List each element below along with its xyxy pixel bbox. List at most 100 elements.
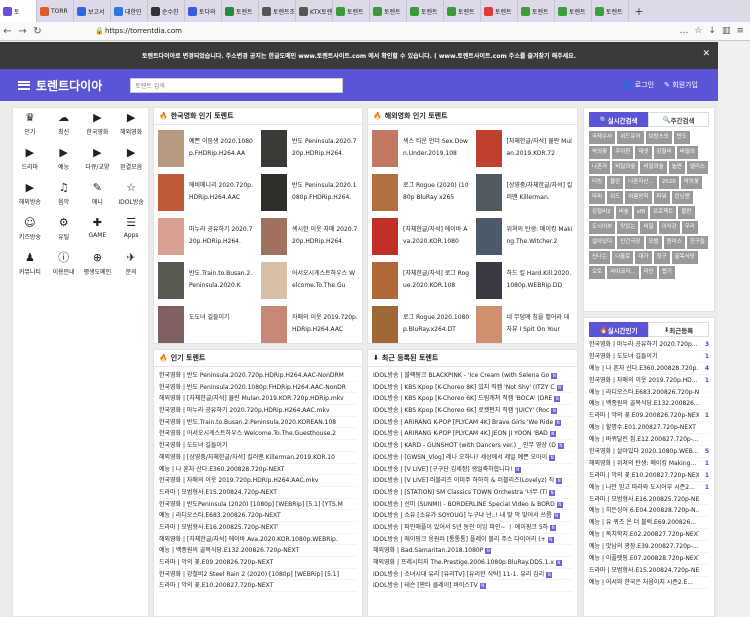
rank-item[interactable]: 예능 | 백종원의 골목식당.E132.200826... — [589, 398, 709, 411]
keyword-tag[interactable]: 비밀의숲 — [612, 161, 639, 174]
category-item[interactable]: ⚙ 유틸 — [47, 217, 81, 242]
poster-thumbnail[interactable] — [475, 218, 502, 255]
category-item[interactable]: ✈ 문의 — [114, 252, 148, 277]
movie-item[interactable]: 자매의 이웃 2019.720p.HDRip.H264.AAC — [261, 306, 358, 343]
list-item[interactable]: 한국영화 | 반도.Train.to.Busan.2.Peninsula.202… — [159, 417, 357, 429]
movie-title[interactable]: 반도 Peninsula.2020.720p.HDRip.H264. — [292, 136, 358, 160]
poster-thumbnail[interactable] — [261, 218, 287, 255]
list-item[interactable]: IDOL방송 | [GWSN_Vlog] 레나 오하나? 세상에서 제일 예쁜 … — [373, 452, 572, 464]
poster-thumbnail[interactable] — [475, 174, 502, 211]
list-item[interactable]: 한국영화 | 반도 Peninsula.2020.1080p.FHDRip.H2… — [159, 382, 357, 394]
keyword-tag[interactable]: 2020 — [658, 176, 679, 189]
poster-thumbnail[interactable] — [158, 218, 184, 255]
list-item[interactable]: 해외영화 | [상영중/자체한글/자석] 킬러맨 Killerman.2019.… — [159, 452, 357, 464]
list-item[interactable]: 드라마 | 모범형사.E15.200824.720p-NEXT — [159, 487, 357, 499]
category-item[interactable]: ☺ 키즈방송 — [13, 217, 47, 242]
bookmark-icon[interactable]: ☆ — [694, 26, 702, 36]
poster-thumbnail[interactable] — [372, 262, 398, 299]
keyword-tag[interactable]: 엘리스 — [686, 161, 708, 174]
poster-thumbnail[interactable] — [372, 174, 398, 211]
browser-tab[interactable]: 토렌트 — [370, 0, 407, 22]
rank-item[interactable]: 예능 | 어서와 한국은 처음이지 시즌2.E... — [589, 577, 709, 589]
list-item[interactable]: IDOL방송 | ARIRANG K-POP [PLYCAM 4K] JEON … — [373, 428, 572, 441]
rank-item[interactable]: 해외영화 | 위쳐의 탄생: 메이킹 Making... 1 — [589, 458, 709, 470]
keyword-tag[interactable]: 뮬란 — [678, 206, 695, 219]
list-item[interactable]: 해외영화 | 프레시티지 The.Prestige.2006.1080p.Blu… — [373, 557, 572, 569]
category-item[interactable]: ▶ 한국영화 — [81, 112, 115, 137]
list-item[interactable]: 한국영화 | 반도 Peninsula.2020.720p.HDRip.H264… — [159, 370, 357, 382]
keyword-tag[interactable]: 테넷 — [635, 146, 652, 159]
site-logo[interactable]: 토렌트다이아 — [36, 77, 102, 94]
movie-item[interactable]: [자체한글/자석] 뮬란 Mulan.2019.KOR.72 — [475, 130, 574, 167]
rank-item[interactable]: 한국영화 | 도도녀 길들이기 1 — [589, 351, 709, 363]
list-item[interactable]: IDOL방송 | KBS Kpop [K-Choreo 6K] 로켓펀치 직캠 … — [373, 405, 572, 417]
list-item[interactable]: IDOL방송 | 파인애플이 있어서 5년 동안 이잉 파인~ ㅣ 에이핑크 5… — [373, 522, 572, 534]
rank-item[interactable]: 드라마 | 악의 꽃.E10.200827.720p-NEXT 1 — [589, 470, 709, 482]
keyword-tag[interactable]: 비밀의 — [676, 146, 698, 159]
list-item[interactable]: 예능 | 백종원의 골목식당.E132.200826.720p-NEXT — [159, 545, 357, 557]
list-item[interactable]: 한국영화 | 어서오시게스트하우스 Welcome.To.The.Guestho… — [159, 428, 357, 441]
tab-realtime-search[interactable]: 🔍 실시간검색 — [589, 112, 648, 127]
keyword-tag[interactable]: 국제수사 — [589, 131, 616, 144]
browser-tab[interactable]: 토렌트 — [333, 0, 370, 22]
category-item[interactable]: ☰ Apps — [114, 217, 148, 241]
list-item[interactable]: IDOL방송 | KBS Kpop [K-Choreo 6K] 드림캐쳐 직캠 … — [373, 393, 572, 406]
keyword-tag[interactable]: 우리 — [681, 221, 698, 234]
movie-item[interactable]: [상영중/자체한글/자석] 킬러맨 Killerman. — [475, 174, 574, 211]
menu-icon[interactable]: ≡ — [736, 26, 744, 36]
movie-item[interactable]: 위쳐의 탄생: 메이킹 Making.The.Witcher.2 — [475, 218, 574, 255]
keyword-tag[interactable]: 모범 — [645, 236, 662, 249]
list-item[interactable]: IDOL방송 | 테슨 [판타 클레이] 바이스TV N — [373, 580, 572, 593]
keyword-tag[interactable]: 맛있는 — [617, 221, 639, 234]
list-item[interactable]: IDOL방송 | [V LIVE] 러블리즈 이미주 하하히 & 러블리즈(Lo… — [373, 475, 572, 487]
movie-item[interactable]: 섹스 티운 언더 Sex.Down.Under.2019.108 — [372, 130, 470, 167]
movie-title[interactable]: [자체한글/자석] 에이바 Ava.2020.KOR.1080 — [403, 224, 470, 248]
movie-title[interactable]: 로그 Rogue.2020.1080p.BluRay.x264.DT — [403, 312, 470, 336]
movie-title[interactable]: [상영중/자체한글/자석] 킬러맨 Killerman. — [507, 180, 574, 204]
list-item[interactable]: 해외영화 | Bad.Samaritan.2018.1080P N — [373, 545, 572, 557]
movie-item[interactable]: 어서오시게스트하우스 Welcome.To.The.Gu — [261, 262, 358, 299]
keyword-tag[interactable]: 블란 — [607, 176, 624, 189]
keyword-tag[interactable]: 나혼자산... — [625, 176, 657, 189]
keyword-tag[interactable]: 라인 — [640, 266, 657, 279]
list-item[interactable]: IDOL방송 | 소유 [소유가 SOYOUG] 누구냐 넌..! 내 맞 막 … — [373, 510, 572, 522]
keyword-tag[interactable]: 강철비 — [653, 146, 675, 159]
rank-item[interactable]: 예능 | 이플렛핑.E07.200828.720p-NEXT — [589, 553, 709, 565]
category-item[interactable]: ✚ GAME — [81, 217, 115, 241]
list-item[interactable]: 한국영화 | 자매의 이웃 2019.720p.HDRip.H264.AAC.m… — [159, 475, 357, 487]
keyword-tag[interactable]: 살아있다 — [589, 236, 616, 249]
list-item[interactable]: 한국영화 | 강철비2 Steel Rain 2 (2020) [1080p] … — [159, 569, 357, 581]
rank-item[interactable]: 예능 | 나 혼자 산다.E360.200828.720p... 4 — [589, 363, 709, 375]
forward-icon[interactable]: → — [15, 26, 30, 37]
browser-tab[interactable]: 토렌트 — [518, 0, 555, 22]
list-item[interactable]: 드라마 | 악의 꽃.E09.200826.720p-NEXT — [159, 557, 357, 569]
list-item[interactable]: IDOL방송 | 소녀시대 유리 [유리TV] [유리한 식탁] 11-1. 유… — [373, 569, 572, 581]
more-icon[interactable]: … — [679, 26, 688, 36]
category-item[interactable]: ☁ 최신 — [47, 112, 81, 137]
movie-title[interactable]: 어서오시게스트하우스 Welcome.To.The.Gu — [292, 268, 358, 292]
keyword-tag[interactable]: sf8 — [633, 206, 649, 219]
list-item[interactable]: 예능 | 나 혼자 산다.E360.200828.720p-NEXT — [159, 464, 357, 476]
category-item[interactable]: ⓘ 이용안내 — [47, 252, 81, 277]
browser-tab[interactable]: 토다와 — [185, 0, 222, 22]
keyword-tag[interactable]: 반도 — [673, 131, 690, 144]
keyword-tag[interactable]: 인간극장 — [617, 236, 644, 249]
movie-item[interactable]: 로그 Rogue (2020) (1080p BluRay x265 — [372, 174, 470, 211]
movie-item[interactable]: [자체한글/자석] 에이바 Ava.2020.KOR.1080 — [372, 218, 470, 255]
keyword-tag[interactable]: 나홀로 — [612, 251, 634, 264]
keyword-tag[interactable]: 여름방학 — [625, 191, 652, 204]
category-item[interactable]: ▶ 완결모음 — [114, 147, 148, 172]
poster-thumbnail[interactable] — [261, 130, 287, 167]
hamburger-menu-icon[interactable] — [18, 80, 30, 90]
tab-realtime-popular[interactable]: 🔥 실시간인기 — [589, 322, 648, 337]
movie-item[interactable]: 도도녀 길들이기 — [158, 306, 255, 343]
rank-item[interactable]: 한국영화 | 살아있다 2020.1080p.WEB... 5 — [589, 446, 709, 458]
browser-tab[interactable]: 토렌트 — [444, 0, 481, 22]
keyword-tag[interactable]: 원미스 — [663, 236, 685, 249]
movie-title[interactable]: 섹시한 이웃 자매 2020.720p.HDRip.H264. — [292, 224, 358, 248]
tab-weekly-search[interactable]: 🔍 주간검색 — [648, 112, 709, 127]
movie-title[interactable]: 에비메니리 2020.720p.HDRip.H264.AAC — [189, 180, 255, 204]
movie-title[interactable]: 로그 Rogue (2020) (1080p BluRay x265 — [403, 180, 470, 204]
rank-item[interactable]: 예능 | 히든싱어 6.E04.200828.720p-N... — [589, 505, 709, 518]
list-item[interactable]: IDOL방송 | ARIRANG K-POP [PLYCAM 4K] Brave… — [373, 417, 572, 429]
